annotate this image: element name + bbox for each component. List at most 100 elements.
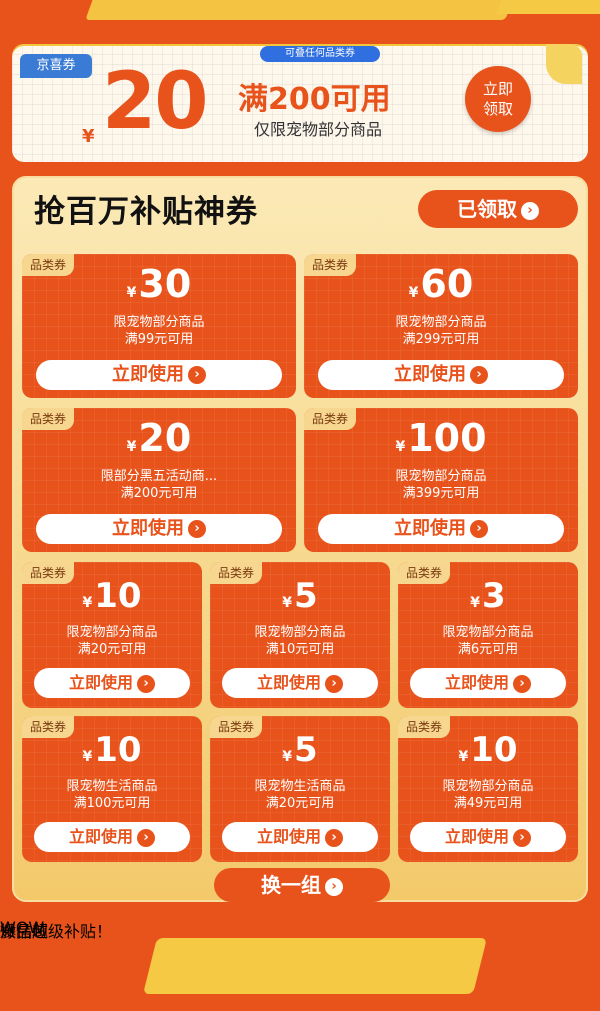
claim-now-button[interactable]: 立即领取	[465, 66, 531, 132]
currency-symbol: ¥	[470, 595, 481, 611]
coupon-condition: 满299元可用	[402, 332, 480, 347]
coupon-source-tag: 京喜券	[20, 54, 92, 78]
use-now-label: 立即使用	[68, 827, 133, 846]
chevron-right-icon: ›	[325, 828, 343, 847]
coupon-condition: 满399元可用	[402, 486, 480, 501]
swap-group-label: 换一组	[261, 873, 321, 897]
chevron-right-icon: ›	[325, 674, 343, 693]
use-now-button[interactable]: 立即使用 ›	[222, 822, 378, 852]
coupon-scope: 限宠物部分商品	[66, 625, 158, 640]
use-now-button[interactable]: 立即使用 ›	[34, 668, 190, 698]
coupon-value: ¥5	[210, 576, 390, 616]
coupon-scope: 限宠物部分商品	[395, 469, 487, 484]
currency-symbol: ¥	[408, 285, 419, 301]
coupon-condition: 满6元可用	[457, 642, 519, 657]
coupon-scope: 限宠物部分商品	[395, 315, 487, 330]
wow-badge: WOW	[0, 918, 45, 937]
use-now-label: 立即使用	[444, 827, 509, 846]
coupon-scope: 仅限宠物部分商品	[254, 120, 383, 139]
currency-symbol: ¥	[126, 439, 137, 455]
ribbon-decoration-right	[496, 0, 600, 14]
coupon-value: ¥60	[304, 262, 578, 306]
coupon-scope: 限宠物部分商品	[442, 625, 534, 640]
coupon-scope: 限宠物部分商品	[442, 779, 534, 794]
use-now-button[interactable]: 立即使用 ›	[222, 668, 378, 698]
use-now-button[interactable]: 立即使用 ›	[410, 822, 566, 852]
chevron-right-icon: ›	[470, 520, 488, 538]
chevron-right-icon: ›	[513, 828, 531, 847]
use-now-button[interactable]: 立即使用 ›	[36, 360, 282, 390]
claimed-label: 已领取	[457, 197, 517, 221]
coupon-value: ¥30	[22, 262, 296, 306]
coupon-card: 品类券 ¥5 限宠物生活商品 满20元可用 立即使用 ›	[210, 716, 390, 862]
use-now-label: 立即使用	[444, 673, 509, 692]
use-now-label: 立即使用	[256, 827, 321, 846]
currency-symbol: ¥	[282, 595, 293, 611]
coupon-value: ¥3	[398, 576, 578, 616]
coupon-card: 品类券 ¥10 限宠物部分商品 满20元可用 立即使用 ›	[22, 562, 202, 708]
coupon-scope: 限宠物部分商品	[113, 315, 205, 330]
claimed-button[interactable]: 已领取 ›	[418, 190, 578, 228]
coupon-scope: 限部分黑五活动商...	[100, 469, 218, 484]
coupon-scope: 限宠物生活商品	[254, 779, 346, 794]
coupon-condition: 满10元可用	[265, 642, 335, 657]
coupon-condition: 满49元可用	[453, 796, 523, 811]
use-now-label: 立即使用	[394, 518, 466, 539]
top-decoration	[0, 0, 600, 40]
coupon-value-number: 60	[420, 262, 474, 306]
chevron-right-icon: ›	[325, 877, 343, 896]
coupon-value-number: 30	[138, 262, 192, 306]
coupon-value-number: 100	[407, 416, 487, 460]
coupon-condition: 满20元可用	[77, 642, 147, 657]
use-now-label: 立即使用	[112, 518, 184, 539]
currency-symbol: ¥	[282, 749, 293, 765]
stackable-hint: 可叠任何品类券	[260, 46, 380, 62]
coupon-value: ¥10	[22, 576, 202, 616]
currency-symbol: ¥	[395, 439, 406, 455]
use-now-button[interactable]: 立即使用 ›	[318, 360, 564, 390]
currency-symbol: ¥	[82, 126, 95, 147]
currency-symbol: ¥	[126, 285, 137, 301]
coupon-card: 品类券 ¥10 限宠物部分商品 满49元可用 立即使用 ›	[398, 716, 578, 862]
coupon-condition: 满99元可用	[124, 332, 194, 347]
currency-symbol: ¥	[458, 749, 469, 765]
coupon-value: ¥10	[398, 730, 578, 770]
chevron-right-icon: ›	[137, 828, 155, 847]
coupon-card: 品类券 ¥3 限宠物部分商品 满6元可用 立即使用 ›	[398, 562, 578, 708]
coupon-value: ¥20	[22, 416, 296, 460]
coupon-card: 品类券 ¥60 限宠物部分商品 满299元可用 立即使用 ›	[304, 254, 578, 398]
use-now-button[interactable]: 立即使用 ›	[36, 514, 282, 544]
use-now-label: 立即使用	[394, 364, 466, 385]
panel-title: 抢百万补贴神券	[34, 194, 258, 230]
use-now-label: 立即使用	[112, 364, 184, 385]
coupon-card: 品类券 ¥100 限宠物部分商品 满399元可用 立即使用 ›	[304, 408, 578, 552]
swap-group-button[interactable]: 换一组 ›	[214, 868, 390, 902]
coupon-card: 品类券 ¥30 限宠物部分商品 满99元可用 立即使用 ›	[22, 254, 296, 398]
currency-symbol: ¥	[82, 749, 93, 765]
ribbon-decoration	[85, 0, 515, 20]
coupon-card: 品类券 ¥20 限部分黑五活动商... 满200元可用 立即使用 ›	[22, 408, 296, 552]
coupon-value: ¥5	[210, 730, 390, 770]
coupon-condition: 满200元可用	[120, 486, 198, 501]
chevron-right-icon: ›	[137, 674, 155, 693]
coupon-card: 品类券 ¥10 限宠物生活商品 满100元可用 立即使用 ›	[22, 716, 202, 862]
coupon-value-number: 5	[294, 576, 318, 616]
use-now-label: 立即使用	[68, 673, 133, 692]
claim-now-label: 立即领取	[482, 80, 513, 118]
use-now-button[interactable]: 立即使用 ›	[410, 668, 566, 698]
chevron-right-icon: ›	[188, 520, 206, 538]
coupon-value-number: 5	[294, 730, 318, 770]
coupon-scope: 限宠物生活商品	[66, 779, 158, 794]
coupon-fold-decoration	[546, 44, 582, 84]
chevron-right-icon: ›	[188, 366, 206, 384]
use-now-button[interactable]: 立即使用 ›	[34, 822, 190, 852]
coupon-condition: 满100元可用	[73, 796, 151, 811]
coupon-value-number: 3	[482, 576, 506, 616]
coupon-scope: 限宠物部分商品	[254, 625, 346, 640]
coupon-card: 品类券 ¥5 限宠物部分商品 满10元可用 立即使用 ›	[210, 562, 390, 708]
coupon-value-number: 10	[470, 730, 518, 770]
use-now-button[interactable]: 立即使用 ›	[318, 514, 564, 544]
chevron-right-icon: ›	[521, 201, 539, 220]
coupon-amount: 20	[102, 57, 209, 147]
coupon-value-number: 10	[94, 730, 142, 770]
